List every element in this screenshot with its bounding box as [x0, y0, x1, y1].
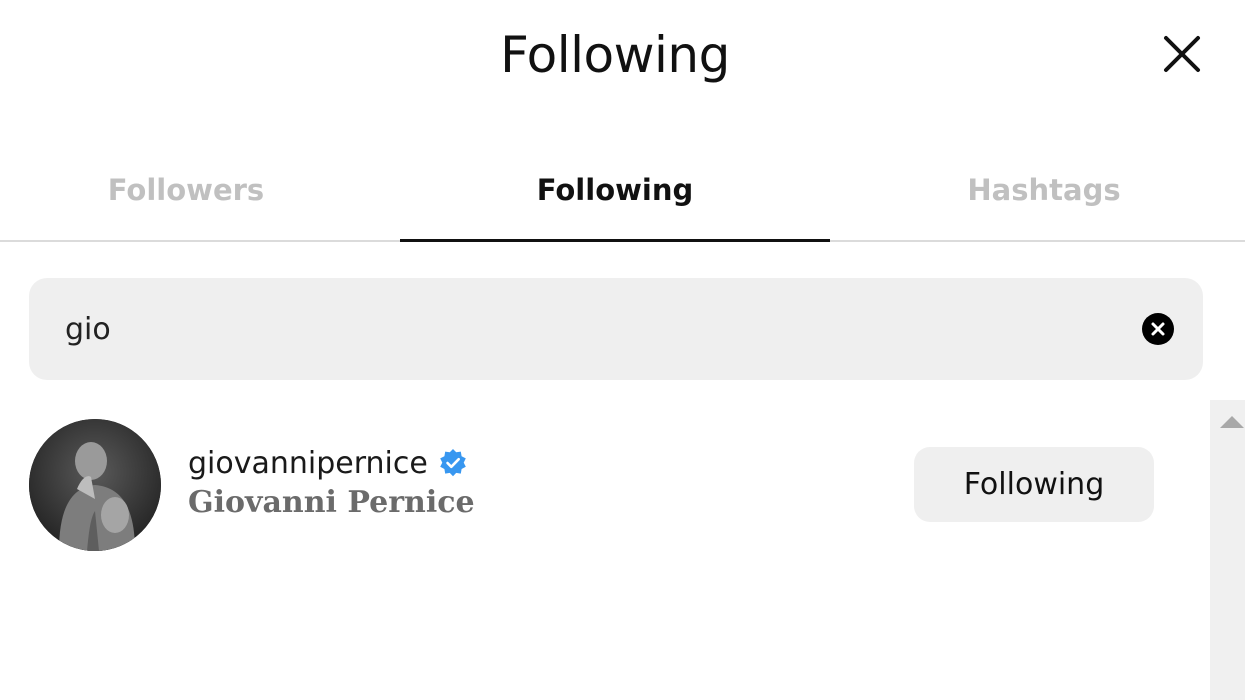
- username-link[interactable]: giovannipernice: [188, 446, 428, 481]
- close-button[interactable]: [1158, 30, 1206, 78]
- full-name: Giovanni Pernice: [188, 485, 475, 520]
- scroll-up-arrow-icon[interactable]: [1220, 416, 1244, 428]
- following-button[interactable]: Following: [914, 447, 1154, 522]
- avatar[interactable]: [29, 419, 161, 551]
- tab-bar: Followers Following Hashtags: [0, 150, 1245, 242]
- scrollbar[interactable]: [1210, 400, 1245, 700]
- tab-hashtags[interactable]: Hashtags: [858, 150, 1230, 240]
- close-icon: [1164, 36, 1200, 72]
- tab-followers[interactable]: Followers: [0, 150, 372, 240]
- search-input[interactable]: [65, 278, 1065, 380]
- clear-search-icon: [1142, 313, 1174, 345]
- page-title: Following: [500, 26, 730, 84]
- avatar-photo: [29, 419, 161, 551]
- verified-badge-icon: [440, 449, 466, 477]
- clear-search-button[interactable]: [1142, 313, 1174, 345]
- search-bar: [29, 278, 1203, 380]
- username-line: giovannipernice: [188, 441, 468, 485]
- list-item[interactable]: giovannipernice Giovanni Pernice Followi…: [0, 415, 1200, 555]
- tab-following[interactable]: Following: [400, 150, 830, 242]
